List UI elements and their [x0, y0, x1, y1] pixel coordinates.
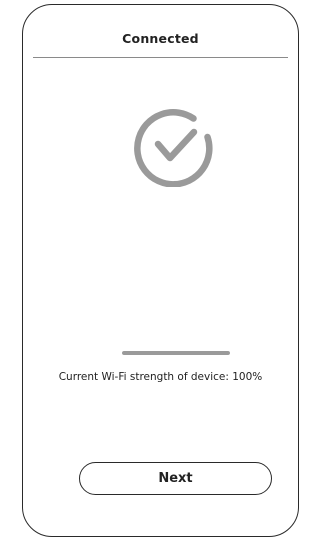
next-button[interactable]: Next	[79, 462, 272, 495]
check-circle-icon	[134, 109, 213, 187]
wifi-strength-bar	[122, 351, 230, 355]
header-divider	[33, 57, 288, 58]
wifi-strength-fill	[122, 351, 230, 355]
page-title: Connected	[122, 31, 199, 46]
device-screen-frame: Connected Current Wi-Fi strength of devi…	[22, 4, 299, 537]
wifi-strength-text: Current Wi-Fi strength of device: 100%	[58, 371, 263, 383]
